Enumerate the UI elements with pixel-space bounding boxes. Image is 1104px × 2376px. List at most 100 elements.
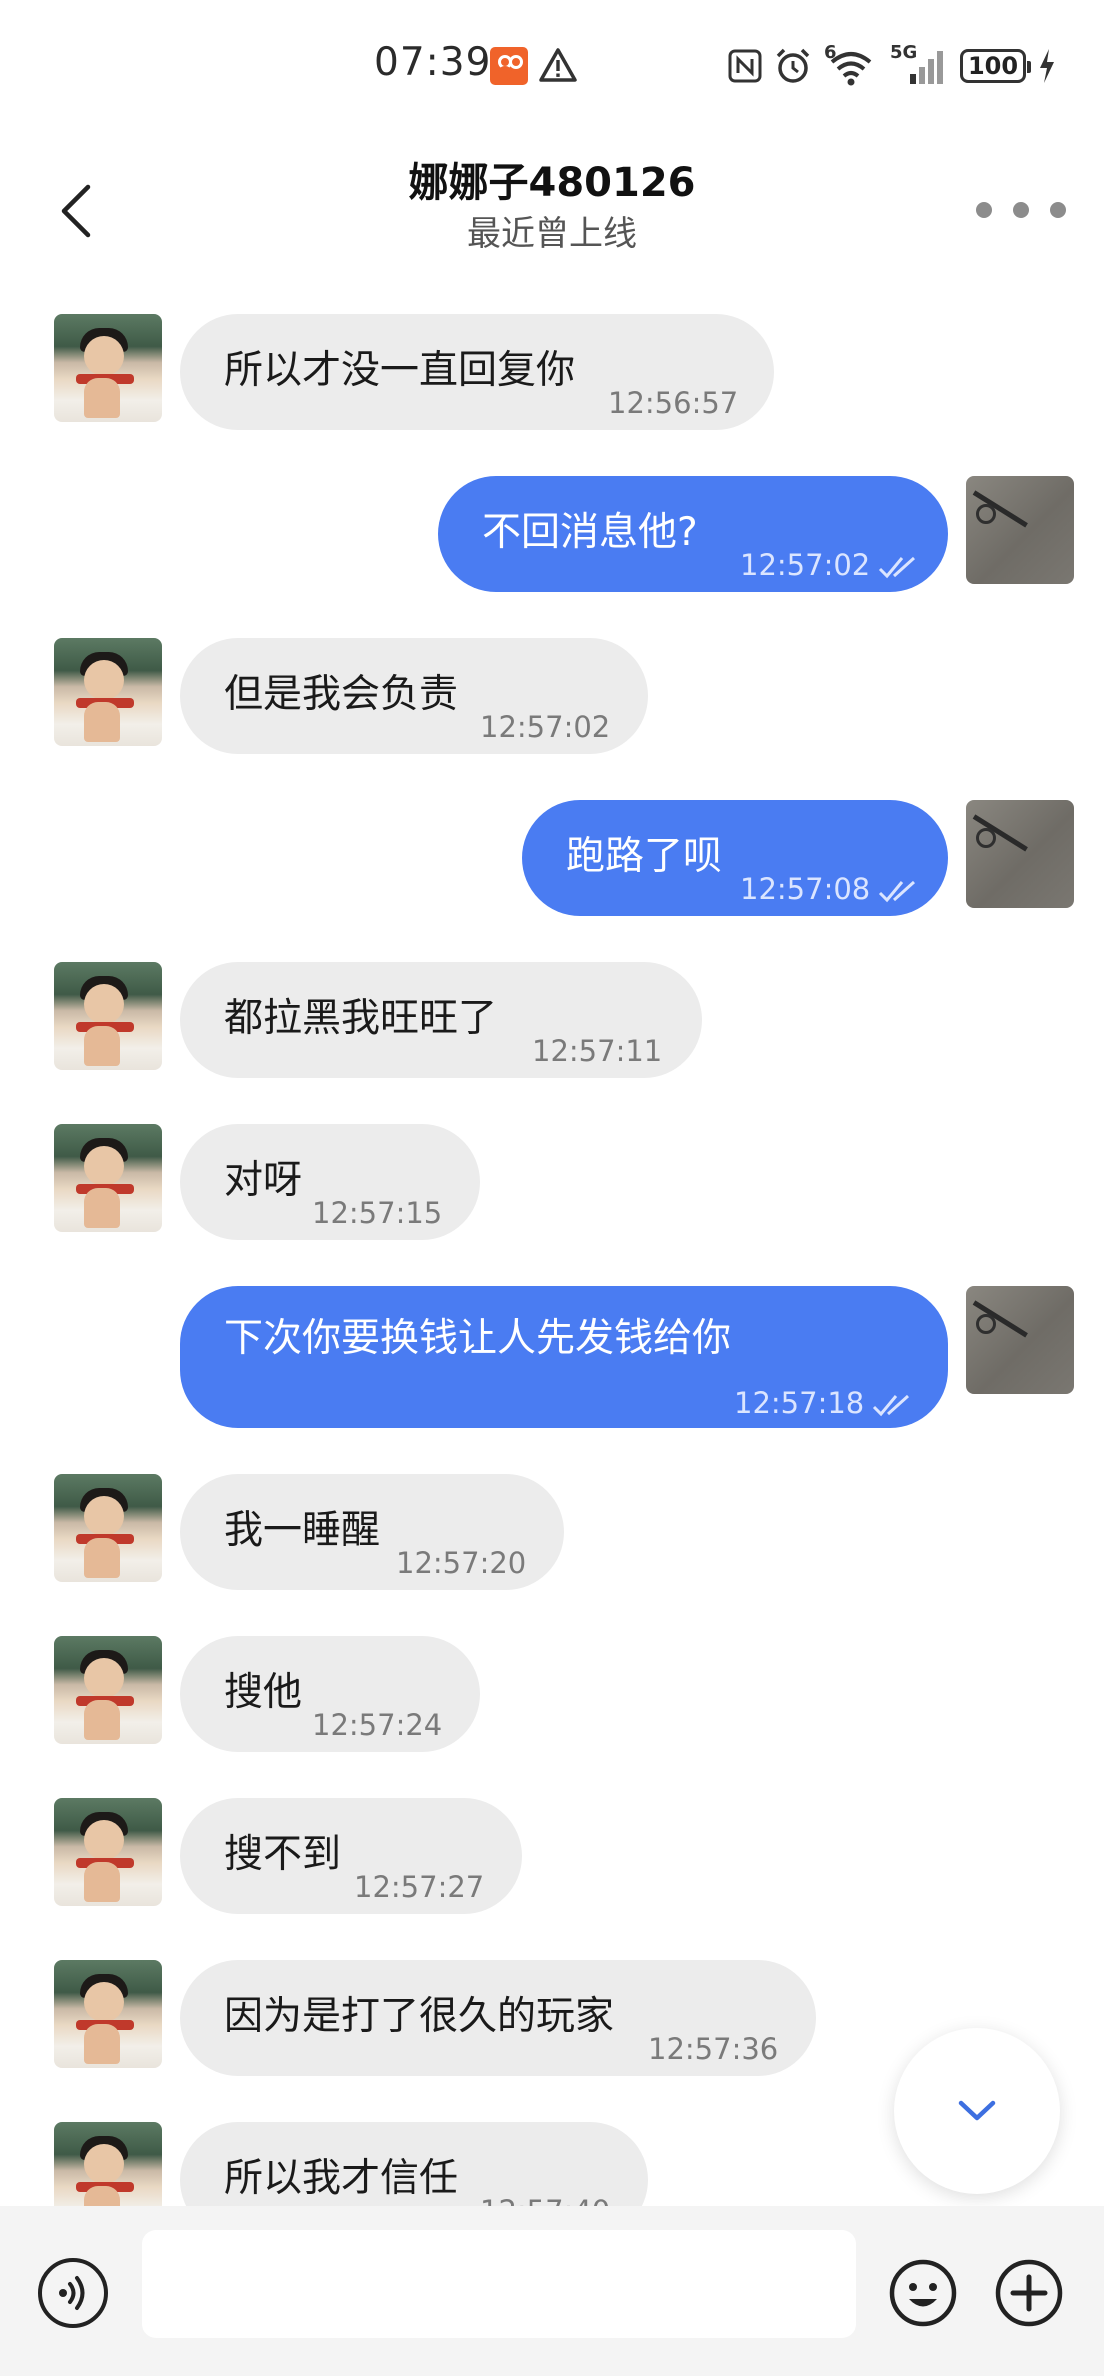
message-timestamp: 12:57:15 (312, 1184, 442, 1242)
message-bubble[interactable]: 跑路了呗 12:57:08 (522, 800, 948, 916)
message-timestamp: 12:57:11 (532, 1022, 662, 1080)
contact-avatar[interactable] (54, 1636, 162, 1744)
timestamp-text: 12:57:02 (480, 710, 611, 744)
incoming-message: 所以才没一直回复你 12:56:57 (0, 314, 1104, 430)
chevron-down-icon (958, 2100, 996, 2121)
plus-button[interactable] (994, 2258, 1064, 2328)
my-avatar[interactable] (966, 1286, 1074, 1394)
app-notification-icon (490, 47, 528, 85)
contact-avatar[interactable] (54, 314, 162, 422)
emoji-button[interactable] (888, 2258, 958, 2328)
read-receipt-icon (879, 880, 916, 903)
voice-icon (59, 2276, 85, 2310)
message-bubble[interactable]: 所以我才信任 12:57:40 (180, 2122, 648, 2206)
timestamp-text: 12:57:15 (312, 1196, 443, 1230)
message-bubble[interactable]: 下次你要换钱让人先发钱给你 12:57:18 (180, 1286, 948, 1428)
message-bubble[interactable]: 搜他 12:57:24 (180, 1636, 480, 1752)
incoming-message: 对呀 12:57:15 (0, 1124, 1104, 1240)
wifi-icon: 6 (824, 42, 878, 86)
timestamp-text: 12:56:57 (608, 386, 739, 420)
contact-avatar[interactable] (54, 1474, 162, 1582)
message-text: 都拉黑我旺旺了 (224, 996, 498, 1041)
timestamp-text: 12:57:18 (734, 1386, 865, 1420)
charging-icon (1040, 49, 1054, 83)
my-avatar[interactable] (966, 800, 1074, 908)
outgoing-message: 跑路了呗 12:57:08 (0, 800, 1104, 916)
message-timestamp: 12:57:08 (740, 860, 920, 918)
chat-header: 娜娜子480126 最近曾上线 (0, 140, 1104, 280)
message-text: 下次你要换钱让人先发钱给你 (224, 1316, 732, 1361)
message-list[interactable]: 所以才没一直回复你 12:56:57 不回消息他? 12:57:02 但是我会负责 12:… (0, 300, 1104, 2206)
timestamp-text: 12:57:27 (354, 1870, 485, 1904)
message-text: 跑路了呗 (566, 834, 723, 879)
cellular-signal-icon: 5G (890, 42, 948, 86)
timestamp-text: 12:57:11 (532, 1034, 663, 1068)
message-timestamp: 12:57:36 (648, 2020, 778, 2078)
message-text: 但是我会负责 (224, 672, 459, 717)
contact-avatar[interactable] (54, 962, 162, 1070)
timestamp-text: 12:57:02 (740, 548, 871, 582)
warning-icon (539, 48, 577, 82)
message-text: 不回消息他? (482, 510, 698, 555)
message-text: 搜他 (224, 1670, 303, 1715)
contact-name[interactable]: 娜娜子480126 (0, 150, 1104, 208)
my-avatar[interactable] (966, 476, 1074, 584)
incoming-message: 但是我会负责 12:57:02 (0, 638, 1104, 754)
message-text: 因为是打了很久的玩家 (224, 1994, 615, 2039)
message-bubble[interactable]: 所以才没一直回复你 12:56:57 (180, 314, 774, 430)
timestamp-text: 12:57:08 (740, 872, 871, 906)
message-text: 所以我才信任 (224, 2156, 459, 2201)
incoming-message: 搜他 12:57:24 (0, 1636, 1104, 1752)
message-bubble[interactable]: 对呀 12:57:15 (180, 1124, 480, 1240)
outgoing-message: 下次你要换钱让人先发钱给你 12:57:18 (0, 1286, 1104, 1428)
wifi-badge: 6 (824, 42, 837, 63)
composer-bar (0, 2206, 1104, 2376)
nfc-icon (728, 49, 762, 83)
scroll-to-bottom-button[interactable] (894, 2028, 1060, 2194)
contact-avatar[interactable] (54, 2122, 162, 2206)
message-bubble[interactable]: 不回消息他? 12:57:02 (438, 476, 948, 592)
voice-button[interactable] (38, 2258, 108, 2328)
outgoing-message: 不回消息他? 12:57:02 (0, 476, 1104, 592)
contact-avatar[interactable] (54, 638, 162, 746)
contact-avatar[interactable] (54, 1798, 162, 1906)
message-bubble[interactable]: 因为是打了很久的玩家 12:57:36 (180, 1960, 816, 2076)
message-timestamp: 12:57:40 (480, 2182, 610, 2206)
message-timestamp: 12:57:27 (354, 1858, 484, 1916)
status-icons: 6 5G 100 (728, 42, 1056, 88)
read-receipt-icon (873, 1394, 910, 1417)
message-text: 搜不到 (224, 1832, 342, 1877)
status-time: 07:39 (374, 40, 492, 85)
message-timestamp: 12:57:24 (312, 1696, 442, 1754)
battery-level: 100 (967, 52, 1019, 80)
timestamp-text: 12:57:24 (312, 1708, 443, 1742)
incoming-message: 我一睡醒 12:57:20 (0, 1474, 1104, 1590)
message-timestamp: 12:57:02 (480, 698, 610, 756)
incoming-message: 都拉黑我旺旺了 12:57:11 (0, 962, 1104, 1078)
message-bubble[interactable]: 我一睡醒 12:57:20 (180, 1474, 564, 1590)
message-text: 所以才没一直回复你 (224, 348, 576, 393)
read-receipt-icon (879, 556, 916, 579)
message-bubble[interactable]: 都拉黑我旺旺了 12:57:11 (180, 962, 702, 1078)
timestamp-text: 12:57:40 (480, 2194, 610, 2206)
message-timestamp: 12:57:20 (396, 1534, 526, 1592)
incoming-message: 搜不到 12:57:27 (0, 1798, 1104, 1914)
battery-indicator: 100 (960, 49, 1031, 83)
message-timestamp: 12:56:57 (608, 374, 738, 432)
network-type: 5G (890, 42, 918, 63)
alarm-icon (776, 48, 810, 83)
status-bar: 07:39 6 5G 100 (0, 0, 1104, 132)
message-timestamp: 12:57:18 (734, 1374, 914, 1432)
contact-avatar[interactable] (54, 1960, 162, 2068)
message-bubble[interactable]: 但是我会负责 12:57:02 (180, 638, 648, 754)
more-options-button[interactable] (976, 190, 1066, 230)
message-text: 对呀 (224, 1158, 303, 1203)
message-input[interactable] (142, 2230, 856, 2338)
message-bubble[interactable]: 搜不到 12:57:27 (180, 1798, 522, 1914)
contact-avatar[interactable] (54, 1124, 162, 1232)
timestamp-text: 12:57:36 (648, 2032, 779, 2066)
timestamp-text: 12:57:20 (396, 1546, 527, 1580)
more-dots-icon (976, 202, 992, 218)
message-timestamp: 12:57:02 (740, 536, 920, 594)
presence-status: 最近曾上线 (467, 214, 637, 254)
